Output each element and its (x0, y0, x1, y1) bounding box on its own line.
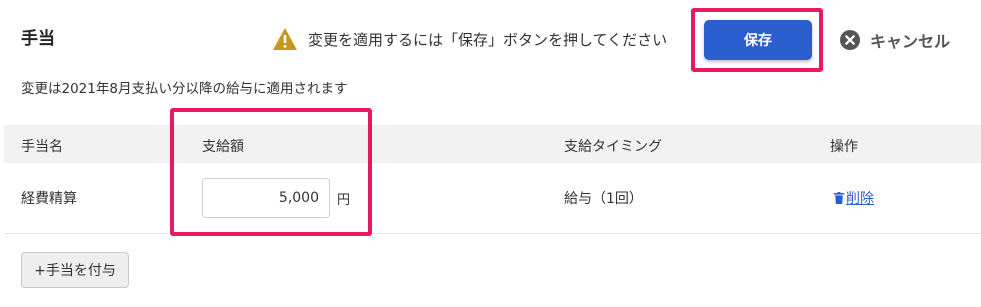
close-circle-icon (840, 30, 860, 50)
warning-icon (273, 28, 297, 50)
cancel-button[interactable]: キャンセル (840, 28, 950, 52)
amount-input[interactable] (202, 178, 330, 218)
add-allowance-button[interactable]: +手当を付与 (21, 252, 129, 288)
column-header-action: 操作 (830, 139, 858, 155)
cancel-label: キャンセル (870, 32, 951, 51)
save-button[interactable]: 保存 (704, 20, 812, 60)
table-row: 経費精算 円 給与（1回） 削除 (4, 163, 981, 234)
delete-label: 削除 (846, 191, 874, 207)
trash-icon (834, 192, 844, 204)
payment-timing: 給与（1回） (564, 191, 643, 207)
currency-unit: 円 (337, 193, 351, 208)
table-header: 手当名 支給額 支給タイミング 操作 (4, 125, 981, 163)
delete-link[interactable]: 削除 (834, 188, 874, 208)
page-title: 手当 (21, 29, 55, 49)
save-warning: 変更を適用するには「保存」ボタンを押してください (272, 27, 667, 51)
column-header-timing: 支給タイミング (564, 139, 662, 155)
warning-text: 変更を適用するには「保存」ボタンを押してください (308, 30, 668, 49)
column-header-name: 手当名 (21, 139, 63, 155)
effective-date-notice: 変更は2021年8月支払い分以降の給与に適用されます (21, 81, 348, 97)
allowance-name: 経費精算 (21, 191, 77, 207)
allowance-page: 手当 変更を適用するには「保存」ボタンを押してください 保存 キャンセル 変更は… (0, 0, 981, 307)
column-header-amount: 支給額 (202, 139, 244, 155)
